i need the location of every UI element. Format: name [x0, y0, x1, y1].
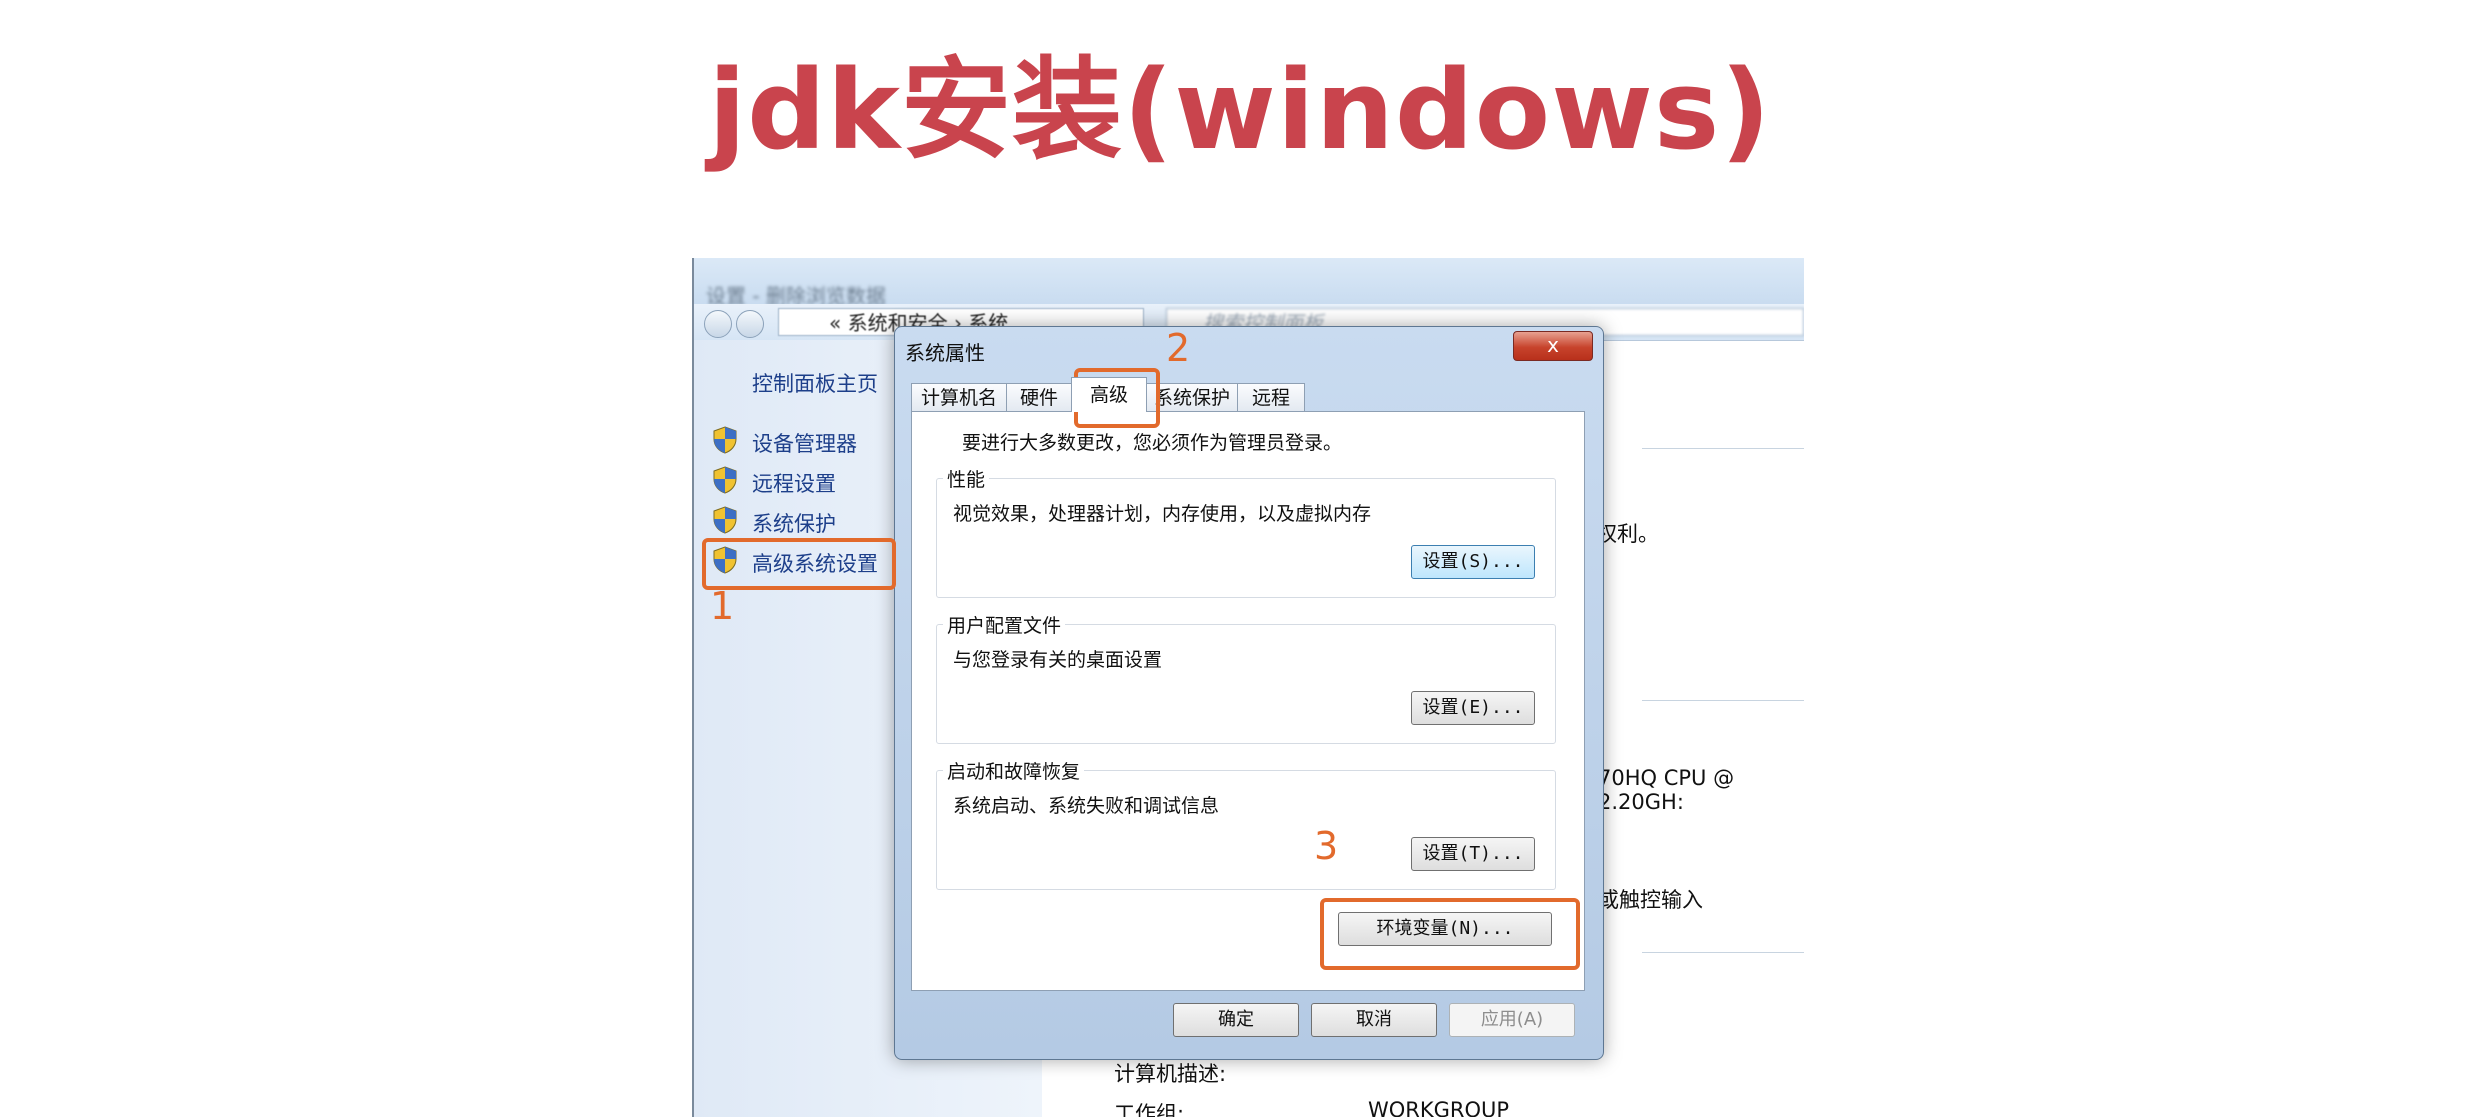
group-description: 系统启动、系统失败和调试信息	[953, 795, 1220, 817]
apply-button[interactable]: 应用(A)	[1449, 1003, 1575, 1037]
cpu-text: 70HQ CPU @ 2.20GH:	[1598, 766, 1735, 814]
cancel-button[interactable]: 取消	[1311, 1003, 1437, 1037]
startup-recovery-group: 启动和故障恢复 系统启动、系统失败和调试信息 设置(T)...	[936, 757, 1556, 890]
admin-note: 要进行大多数更改，您必须作为管理员登录。	[962, 432, 1343, 454]
sidebar-home-link[interactable]: 控制面板主页	[752, 368, 878, 398]
divider	[1642, 448, 1804, 449]
shield-icon	[713, 426, 737, 454]
rights-text: 权利。	[1596, 522, 1659, 546]
group-description: 视觉效果，处理器计划，内存使用，以及虚拟内存	[953, 503, 1372, 525]
sidebar-item-system-protection[interactable]: 系统保护	[752, 508, 836, 538]
user-profiles-group: 用户配置文件 与您登录有关的桌面设置 设置(E)...	[936, 611, 1556, 744]
user-profiles-settings-button[interactable]: 设置(E)...	[1411, 691, 1535, 725]
tab-advanced[interactable]: 高级	[1071, 377, 1147, 412]
screenshot-area: 设置 - 删除浏览数据 « 系统和安全 › 系统 搜索控制面板 控制面板主页 设…	[692, 258, 1804, 1117]
annotation-box-3	[1320, 898, 1580, 970]
shield-icon	[713, 506, 737, 534]
workgroup-value: WORKGROUP	[1368, 1098, 1510, 1117]
startup-recovery-settings-button[interactable]: 设置(T)...	[1411, 837, 1535, 871]
annotation-number-2: 2	[1166, 326, 1191, 370]
slide-title: jdk安装(windows)	[708, 46, 1772, 174]
ok-button[interactable]: 确定	[1173, 1003, 1299, 1037]
touch-input-text: 或触控输入	[1598, 888, 1703, 912]
close-button[interactable]: x	[1513, 331, 1593, 361]
computer-description-label: 计算机描述:	[1114, 1062, 1227, 1086]
group-title: 性能	[943, 465, 990, 492]
shield-icon	[713, 466, 737, 494]
performance-settings-button[interactable]: 设置(S)...	[1411, 545, 1535, 579]
workgroup-label: 工作组:	[1114, 1102, 1185, 1117]
tab-hardware[interactable]: 硬件	[1006, 383, 1072, 411]
sidebar-item-device-manager[interactable]: 设备管理器	[752, 428, 857, 458]
tab-remote[interactable]: 远程	[1237, 383, 1305, 411]
sidebar-item-remote-settings[interactable]: 远程设置	[752, 468, 836, 498]
annotation-box-1	[702, 538, 896, 590]
tab-computer-name[interactable]: 计算机名	[911, 383, 1007, 411]
annotation-number-1: 1	[710, 584, 735, 628]
annotation-number-3: 3	[1314, 824, 1339, 868]
forward-button[interactable]	[736, 310, 764, 338]
back-button[interactable]	[704, 310, 732, 338]
group-title: 用户配置文件	[943, 611, 1066, 638]
group-title: 启动和故障恢复	[943, 757, 1085, 784]
group-description: 与您登录有关的桌面设置	[953, 649, 1163, 671]
divider	[1642, 700, 1804, 701]
performance-group: 性能 视觉效果，处理器计划，内存使用，以及虚拟内存 设置(S)...	[936, 465, 1556, 598]
divider	[1642, 952, 1804, 953]
dialog-title: 系统属性	[905, 341, 985, 365]
